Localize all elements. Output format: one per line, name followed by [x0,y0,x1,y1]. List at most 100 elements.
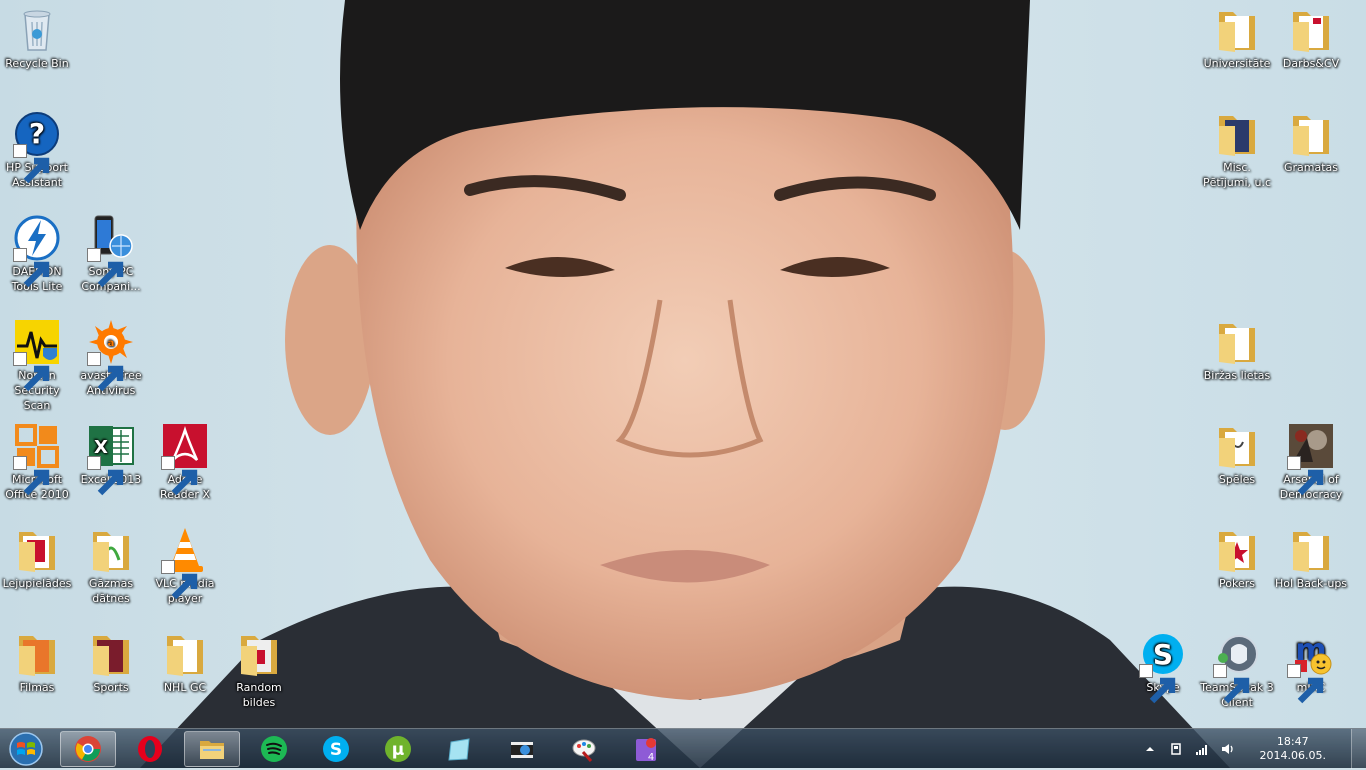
shortcut-arrow-icon [1213,664,1250,704]
recycle-bin-icon-tile[interactable]: Recycle Bin [0,6,74,71]
windows-logo-icon [9,732,43,766]
shortcut-arrow-icon [161,456,198,496]
desktop-icon-label: Biržas lietas [1203,369,1271,382]
folder-pokers[interactable]: Pokers [1200,526,1274,591]
folder-universitate[interactable]: Universitāte [1200,6,1274,71]
norton-security-scan-shortcut[interactable]: Norton Security Scan [0,318,74,413]
folder-gazmas-datnes[interactable]: Gāzmas dātnes [74,526,148,606]
taskbar-paint[interactable] [556,731,612,767]
microsoft-office-shortcut[interactable]: Microsoft Office 2010 [0,422,74,502]
folder-filmas[interactable]: Filmas [0,630,74,695]
folder-icon [1213,110,1261,158]
clock-time: 18:47 [1276,735,1309,748]
taskbar-clock[interactable]: 18:47 2014.06.05. [1260,735,1326,763]
desktop-icon-label: Universitāte [1203,57,1271,70]
taskbar-hearts[interactable]: 4 [618,731,674,767]
arsenal-of-democracy-shortcut[interactable]: Arsenal of Democracy [1274,422,1348,502]
skype-icon: S [323,736,349,762]
folder-hoi-backups[interactable]: HoI Back-ups [1274,526,1348,591]
taskbar-explorer[interactable] [184,731,240,767]
desktop-icon-label: Lejupielādes [2,577,72,590]
desktop-icon-label: Pokers [1219,577,1255,590]
network-signal-icon[interactable] [1194,741,1210,757]
folder-icon [13,526,61,574]
shortcut-arrow-icon [87,248,124,288]
paint-icon [572,739,596,762]
mirc-shortcut[interactable]: m mIRC [1274,630,1348,704]
card-game-icon: 4 [636,738,656,763]
taskbar-movie-maker[interactable] [494,731,550,767]
opera-icon [138,736,162,762]
folder-nhl-gc[interactable]: NHL GC [148,630,222,695]
mirc-icon: m [1287,630,1335,704]
svg-text:4: 4 [648,752,654,763]
taskbar-chrome[interactable] [60,731,116,767]
phone-globe-icon [87,214,135,288]
desktop-icon-label: HoI Back-ups [1274,577,1348,590]
taskbar: S µ 4 18:47 2014.06.05. [0,728,1366,769]
folder-icon [1213,6,1261,54]
shortcut-arrow-icon [13,248,50,288]
sony-pc-companion-shortcut[interactable]: Sony PC Compani... [74,214,148,294]
sticky-notes-icon [448,738,470,761]
avast-antivirus-shortcut[interactable]: a avast! Free Antivirus [74,318,148,398]
skype-icon: S [1139,630,1187,704]
shortcut-arrow-icon [87,456,124,496]
spotify-icon [261,736,287,762]
action-center-flag-icon[interactable] [1168,741,1184,757]
recycle-bin-icon [13,6,61,54]
excel-2013-shortcut[interactable]: X Excel 2013 [74,422,148,496]
folder-icon [1213,422,1261,470]
desktop-icon-label: Misc. Pētījumi, u.c [1202,161,1272,189]
daemon-tools-shortcut[interactable]: DAEMON Tools Lite [0,214,74,294]
volume-icon[interactable] [1220,741,1236,757]
hp-support-shortcut[interactable]: ? HP Support Assistant [0,110,74,190]
excel-icon: X [87,422,135,496]
folder-icon [1287,6,1335,54]
lightning-disc-icon [13,214,61,288]
show-hidden-icons-arrow-icon[interactable] [1142,741,1158,757]
adobe-reader-shortcut[interactable]: Adobe Reader X [148,422,222,502]
folder-lejupielades[interactable]: Lejupielādes [0,526,74,591]
clock-date: 2014.06.05. [1259,749,1326,762]
folder-icon [87,526,135,574]
folder-icon [1287,110,1335,158]
folder-misc[interactable]: Misc. Pētījumi, u.c [1200,110,1274,190]
taskbar-opera[interactable] [122,731,178,767]
avast-icon: a [87,318,135,392]
folder-icon [1213,526,1261,574]
start-button[interactable] [6,732,46,766]
shortcut-arrow-icon [1287,456,1324,496]
chrome-icon [75,736,101,762]
folder-birzas-lietas[interactable]: Biržas lietas [1200,318,1274,383]
arsenal-game-icon [1287,422,1335,496]
folder-random-bildes[interactable]: Random bildes [222,630,296,710]
adobe-reader-icon [161,422,209,496]
shortcut-arrow-icon [13,352,50,392]
teamspeak-shortcut[interactable]: TeamSpeak 3 Client [1200,630,1274,710]
hp-support-icon: ? [13,110,61,184]
shortcut-arrow-icon [87,352,124,392]
desktop-icon-label: Random bildes [236,681,282,709]
folder-icon [1287,526,1335,574]
folder-sports[interactable]: Sports [74,630,148,695]
vlc-media-player-shortcut[interactable]: VLC media player [148,526,222,606]
taskbar-sticky-notes[interactable] [432,731,488,767]
folder-icon [13,630,61,678]
taskbar-skype[interactable]: S [308,731,364,767]
folder-icon [161,630,209,678]
svg-text:µ: µ [392,740,405,760]
folder-speles[interactable]: Spēles [1200,422,1274,487]
shortcut-arrow-icon [161,560,198,600]
skype-shortcut[interactable]: S Skype [1126,630,1200,704]
folder-icon [235,630,283,678]
show-desktop-button[interactable] [1351,729,1366,769]
shortcut-arrow-icon [13,456,50,496]
folder-gramatas[interactable]: Gramatas [1274,110,1348,175]
folder-darbs-cv[interactable]: Darbs&CV [1274,6,1348,71]
folder-icon [1213,318,1261,366]
shortcut-arrow-icon [1139,664,1176,704]
taskbar-spotify[interactable] [246,731,302,767]
norton-scan-icon [13,318,61,392]
taskbar-utorrent[interactable]: µ [370,731,426,767]
